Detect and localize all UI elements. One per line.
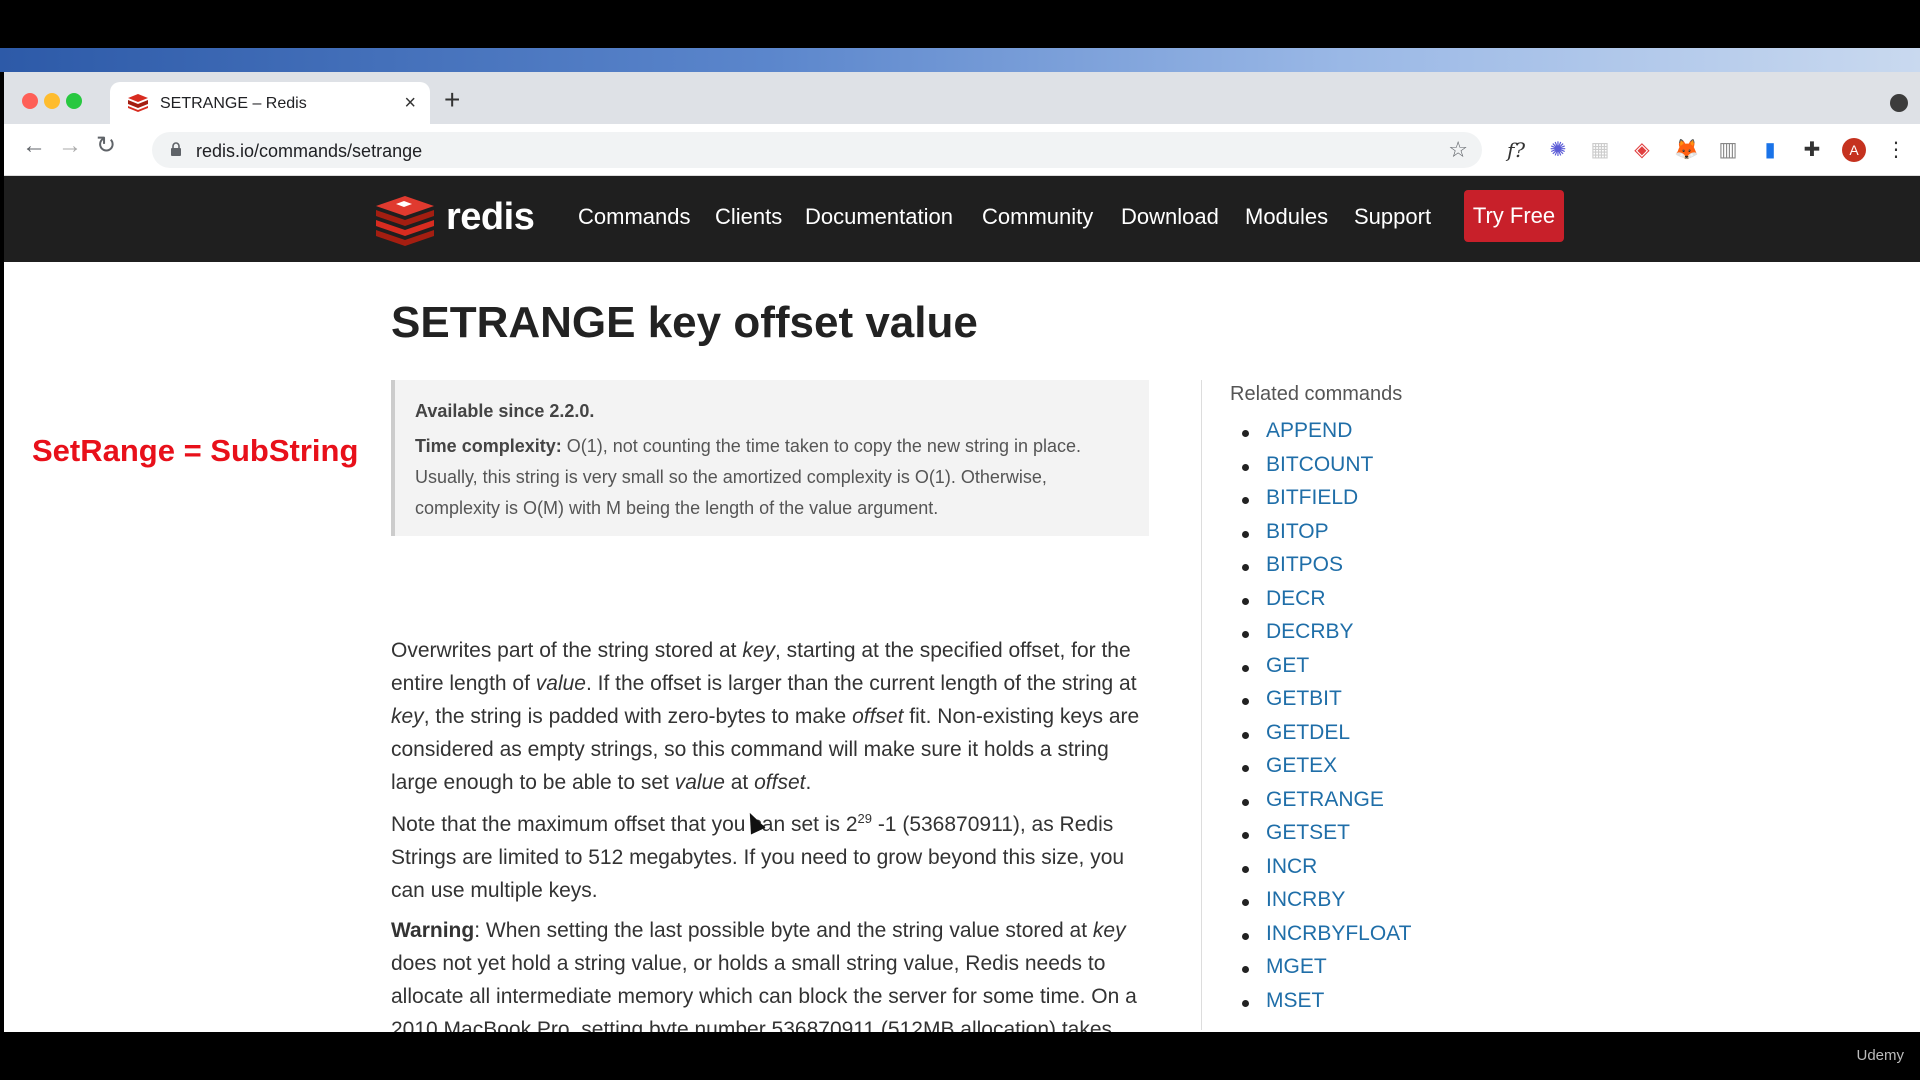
key-arg: key <box>1092 919 1126 942</box>
related-command-link[interactable]: BITCOUNT <box>1238 453 1411 487</box>
related-command-link[interactable]: GET <box>1238 654 1411 688</box>
logo-wordmark: redis <box>446 196 535 238</box>
nav-support[interactable]: Support <box>1354 204 1431 230</box>
related-command-link[interactable]: DECR <box>1238 587 1411 621</box>
sidebar-divider <box>1201 380 1202 1030</box>
lock-icon <box>171 142 181 156</box>
puzzle-badge-extension-icon[interactable]: ◈ <box>1630 138 1654 162</box>
blue-extension-icon[interactable]: ▮ <box>1758 138 1782 162</box>
close-window-button[interactable] <box>22 93 38 109</box>
complexity-label: Time complexity: <box>415 436 562 456</box>
nav-clients[interactable]: Clients <box>715 204 782 230</box>
related-command-link[interactable]: GETEX <box>1238 754 1411 788</box>
browser-toolbar: ← → ↻ redis.io/commands/setrange ☆ f? ✺ … <box>4 124 1920 176</box>
offset-arg: offset <box>852 705 904 728</box>
bookmark-star-icon[interactable]: ☆ <box>1448 137 1468 163</box>
related-commands-title: Related commands <box>1230 383 1403 405</box>
related-command-link[interactable]: BITOP <box>1238 520 1411 554</box>
letterbox-bottom: Udemy <box>0 1032 1920 1080</box>
grid-extension-icon[interactable]: ▦ <box>1588 138 1612 162</box>
offset-arg: offset <box>754 771 806 794</box>
video-frame: SETRANGE – Redis × + ← → ↻ redis.io/comm… <box>0 0 1920 1080</box>
nav-download[interactable]: Download <box>1121 204 1219 230</box>
redis-favicon-icon <box>128 94 148 112</box>
fox-extension-icon[interactable]: 🦊 <box>1674 138 1699 162</box>
related-command-link[interactable]: DECRBY <box>1238 620 1411 654</box>
minimize-window-button[interactable] <box>44 93 60 109</box>
back-arrow-icon[interactable]: ← <box>22 134 46 158</box>
tab-title: SETRANGE – Redis <box>160 95 307 112</box>
nav-documentation[interactable]: Documentation <box>805 204 953 230</box>
close-tab-icon[interactable]: × <box>404 92 416 115</box>
redis-logo[interactable]: redis <box>374 194 535 246</box>
chart-extension-icon[interactable]: ▥ <box>1716 138 1740 162</box>
page-content: SetRange = SubString SETRANGE key offset… <box>4 262 1920 1032</box>
related-command-link[interactable]: MGET <box>1238 955 1411 989</box>
key-arg: key <box>742 639 775 662</box>
forward-arrow-icon[interactable]: → <box>58 134 82 158</box>
gear-extension-icon[interactable]: ✺ <box>1546 138 1570 162</box>
related-command-link[interactable]: INCRBYFLOAT <box>1238 922 1411 956</box>
page-title: SETRANGE key offset value <box>391 298 978 347</box>
address-bar[interactable]: redis.io/commands/setrange ☆ <box>152 132 1482 168</box>
desktop-wallpaper <box>0 48 1920 72</box>
related-command-link[interactable]: BITPOS <box>1238 553 1411 587</box>
related-command-link[interactable]: INCR <box>1238 855 1411 889</box>
redis-cube-icon <box>376 196 434 246</box>
value-arg: value <box>535 672 586 695</box>
extensions-puzzle-icon[interactable]: ✚ <box>1800 138 1824 162</box>
related-command-link[interactable]: INCRBY <box>1238 888 1411 922</box>
key-arg: key <box>391 705 424 728</box>
nav-modules[interactable]: Modules <box>1245 204 1328 230</box>
letterbox-top <box>0 0 1920 48</box>
video-annotation: SetRange = SubString <box>32 433 359 468</box>
available-since: Available since 2.2.0. <box>415 401 595 421</box>
zoom-window-button[interactable] <box>66 93 82 109</box>
related-command-link[interactable]: GETDEL <box>1238 721 1411 755</box>
try-free-button[interactable]: Try Free <box>1464 190 1564 242</box>
related-command-link[interactable]: GETRANGE <box>1238 788 1411 822</box>
tab-search-icon[interactable] <box>1890 94 1908 112</box>
exponent: 29 <box>857 811 872 826</box>
nav-commands[interactable]: Commands <box>578 204 690 230</box>
description-paragraph: Overwrites part of the string stored at … <box>391 639 1140 794</box>
value-arg: value <box>674 771 725 794</box>
time-complexity: Time complexity: O(1), not counting the … <box>415 431 1129 524</box>
formula-extension-icon[interactable]: f? <box>1504 138 1528 162</box>
command-info-box: Available since 2.2.0. Time complexity: … <box>391 380 1149 536</box>
kebab-menu-icon[interactable]: ⋮ <box>1884 138 1908 162</box>
warning-label: Warning <box>391 919 475 942</box>
udemy-watermark: Udemy <box>1856 1047 1904 1064</box>
new-tab-button[interactable]: + <box>444 86 460 114</box>
related-command-link[interactable]: BITFIELD <box>1238 486 1411 520</box>
redis-header: redis Commands Clients Documentation Com… <box>4 176 1920 262</box>
browser-window: SETRANGE – Redis × + ← → ↻ redis.io/comm… <box>4 72 1920 1032</box>
nav-community[interactable]: Community <box>982 204 1093 230</box>
reload-icon[interactable]: ↻ <box>96 134 116 158</box>
profile-avatar[interactable]: A <box>1842 138 1866 162</box>
warning-paragraph: Warning: When setting the last possible … <box>391 919 1137 1032</box>
related-command-link[interactable]: MSET <box>1238 989 1411 1023</box>
url-text: redis.io/commands/setrange <box>196 141 423 161</box>
related-commands-list: APPEND BITCOUNT BITFIELD BITOP BITPOS DE… <box>1238 419 1411 1022</box>
tab-strip: SETRANGE – Redis × + <box>4 72 1920 124</box>
related-command-link[interactable]: GETSET <box>1238 821 1411 855</box>
related-command-link[interactable]: GETBIT <box>1238 687 1411 721</box>
tab-setrange[interactable]: SETRANGE – Redis × <box>110 82 430 124</box>
max-offset-paragraph: Note that the maximum offset that you ca… <box>391 811 1125 902</box>
related-command-link[interactable]: APPEND <box>1238 419 1411 453</box>
